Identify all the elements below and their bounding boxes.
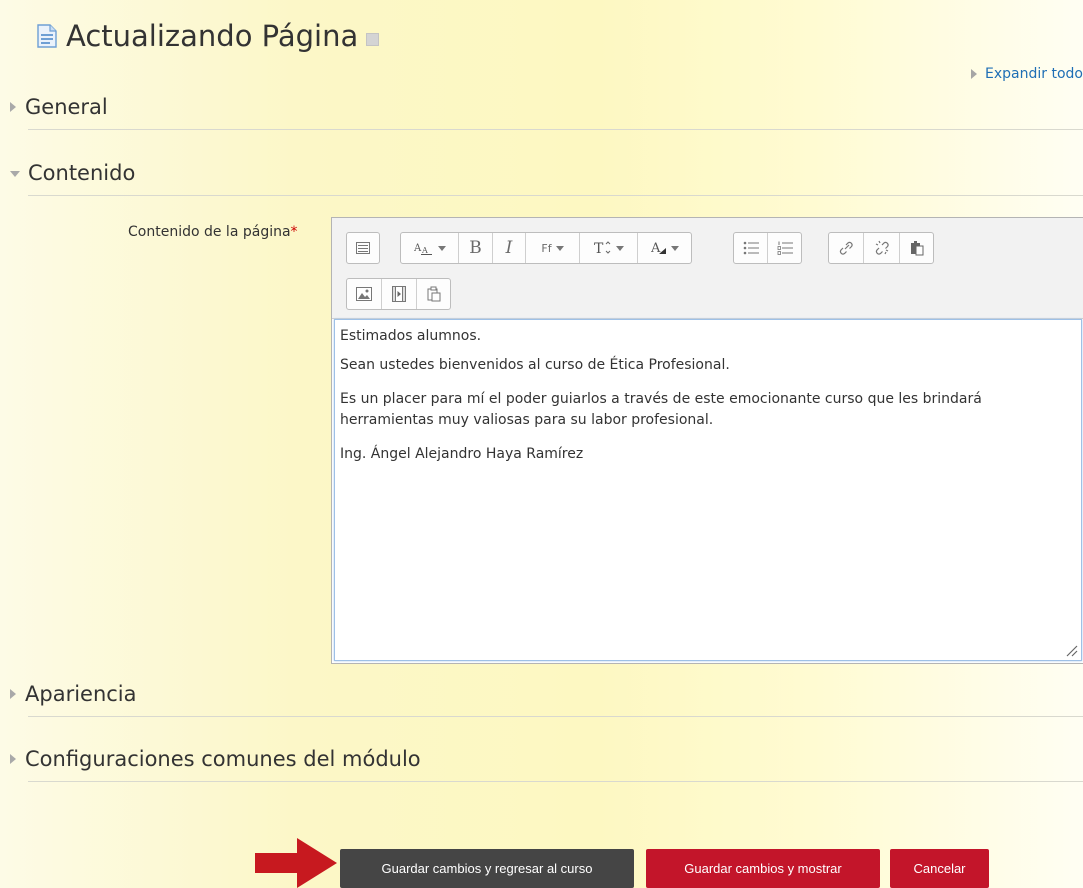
paste-button[interactable]	[900, 233, 933, 263]
page-title: Actualizando Página	[66, 19, 359, 53]
triangle-right-icon	[971, 69, 978, 79]
triangle-down-icon	[10, 171, 20, 177]
italic-icon: I	[505, 238, 513, 258]
section-general-header[interactable]: General	[10, 94, 1083, 120]
help-icon[interactable]	[366, 32, 380, 46]
toolbar-group-toggle	[346, 232, 380, 264]
content-paragraph: Ing. Ángel Alejandro Haya Ramírez	[340, 446, 584, 462]
toolbar-group-links	[828, 232, 934, 264]
link-icon	[839, 241, 853, 255]
expand-all-link[interactable]: Expandir todo	[971, 66, 1083, 82]
editor-toolbar: AA B I Ff T A	[332, 218, 1083, 319]
svg-text:A: A	[421, 246, 428, 255]
section-general-label: General	[25, 95, 108, 119]
toolbar-group-format: AA B I Ff T A	[400, 232, 692, 264]
manage-files-button[interactable]	[417, 279, 450, 309]
divider	[28, 781, 1083, 782]
unlink-button[interactable]	[864, 233, 900, 263]
toolbar-toggle-button[interactable]	[347, 233, 379, 263]
numbered-list-icon	[777, 241, 793, 255]
unlink-icon	[875, 240, 889, 255]
font-color-icon: A	[651, 241, 666, 255]
cancel-button[interactable]: Cancelar	[890, 849, 989, 888]
section-apariencia-header[interactable]: Apariencia	[10, 681, 1083, 707]
save-and-return-button[interactable]: Guardar cambios y regresar al curso	[340, 849, 634, 888]
triangle-right-icon	[10, 689, 16, 699]
content-paragraph: herramientas muy valiosas para su labor …	[340, 412, 714, 428]
font-family-icon: Ff	[541, 241, 552, 255]
section-configuraciones-label: Configuraciones comunes del módulo	[25, 747, 421, 771]
expand-all-label: Expandir todo	[985, 66, 1083, 82]
divider	[28, 195, 1083, 196]
content-field-label: Contenido de la página*	[128, 224, 298, 240]
link-button[interactable]	[829, 233, 864, 263]
content-editable-area[interactable]: Estimados alumnos. Sean ustedes bienveni…	[334, 319, 1082, 661]
toolbar-toggle-icon	[356, 242, 370, 254]
page-icon	[37, 24, 57, 48]
font-family-button[interactable]: Ff	[526, 233, 580, 263]
content-field-label-text: Contenido de la página	[128, 224, 291, 240]
content-paragraph: Es un placer para mí el poder guiarlos a…	[340, 391, 982, 407]
paste-icon	[910, 241, 923, 256]
save-and-display-button[interactable]: Guardar cambios y mostrar	[646, 849, 880, 888]
resize-grip-icon[interactable]	[1066, 645, 1078, 657]
red-arrow-icon	[255, 838, 337, 888]
bold-icon: B	[469, 238, 482, 258]
font-size-button[interactable]: AA	[401, 233, 459, 263]
manage-files-icon	[427, 286, 440, 302]
section-contenido-label: Contenido	[28, 161, 136, 185]
bullet-list-icon	[743, 241, 759, 255]
content-paragraph: Estimados alumnos.	[340, 328, 482, 344]
numbered-list-button[interactable]	[768, 233, 801, 263]
content-paragraph: Sean ustedes bienvenidos al curso de Éti…	[340, 357, 730, 373]
html-editor: AA B I Ff T A Estimados alumnos. Sean us…	[331, 217, 1083, 664]
text-style-icon: T	[594, 241, 610, 255]
bold-button[interactable]: B	[459, 233, 493, 263]
text-style-button[interactable]: T	[580, 233, 638, 263]
toolbar-group-media	[346, 278, 451, 310]
section-configuraciones-header[interactable]: Configuraciones comunes del módulo	[10, 746, 1083, 772]
media-icon	[392, 286, 406, 302]
italic-button[interactable]: I	[493, 233, 526, 263]
font-color-button[interactable]: A	[638, 233, 691, 263]
triangle-right-icon	[10, 102, 16, 112]
bullet-list-button[interactable]	[734, 233, 768, 263]
section-apariencia-label: Apariencia	[25, 682, 137, 706]
svg-text:T: T	[594, 241, 604, 255]
svg-text:A: A	[414, 243, 422, 254]
triangle-right-icon	[10, 754, 16, 764]
required-mark: *	[290, 224, 298, 240]
insert-media-button[interactable]	[382, 279, 417, 309]
svg-text:A: A	[651, 241, 661, 255]
divider	[28, 129, 1083, 130]
image-icon	[356, 287, 372, 301]
page-header: Actualizando Página	[36, 14, 380, 58]
divider	[28, 716, 1083, 717]
toolbar-group-lists	[733, 232, 802, 264]
font-size-icon: AA	[414, 243, 432, 255]
insert-image-button[interactable]	[347, 279, 382, 309]
section-contenido-header[interactable]: Contenido	[10, 160, 1083, 186]
